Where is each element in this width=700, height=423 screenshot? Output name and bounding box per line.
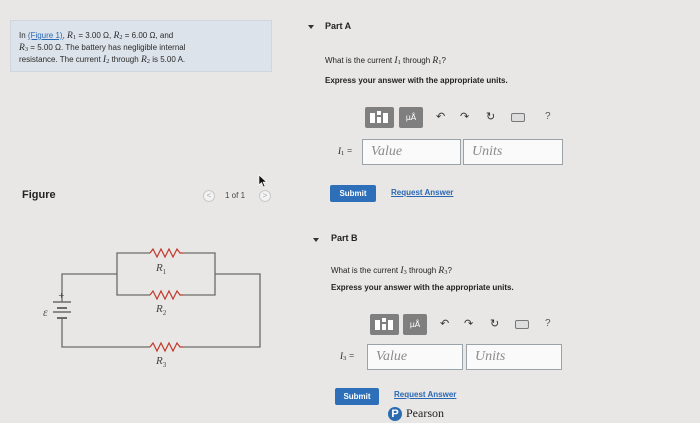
- part-b-question: What is the current I3 through R3?: [331, 266, 452, 276]
- r2-label: R2: [155, 303, 167, 317]
- part-b-title[interactable]: Part B: [331, 233, 358, 243]
- part-b-units-input[interactable]: Units: [466, 344, 562, 370]
- mouse-cursor-icon: [258, 174, 268, 188]
- figure-title: Figure: [22, 189, 56, 201]
- part-a-units-button[interactable]: μÅ: [399, 107, 423, 128]
- part-b-question-var-sub: 3: [403, 269, 407, 276]
- part-a-question: What is the current I1 through R1?: [325, 56, 446, 66]
- part-a-toolbar: μÅ ↶ ↷ ↻ ?: [365, 107, 565, 128]
- part-a-question-b: through: [403, 56, 431, 65]
- part-b-value-input[interactable]: Value: [367, 344, 463, 370]
- keyboard-icon[interactable]: [515, 320, 529, 329]
- part-b-instruction: Express your answer with the appropriate…: [331, 283, 514, 292]
- right-parallel-rail: [183, 252, 216, 296]
- help-icon[interactable]: ?: [545, 316, 551, 332]
- part-b-answer-label: I3 =: [340, 351, 355, 362]
- part-b-answer-var-sub: 3: [343, 355, 347, 362]
- r1-label: R1: [155, 262, 167, 276]
- r2-value: = 6.00 Ω: [124, 31, 156, 40]
- wire-bottom-left: [61, 318, 150, 348]
- problem-line2-rest: . The battery has negligible internal: [60, 43, 186, 52]
- reset-icon[interactable]: ↻: [486, 109, 495, 125]
- circuit-diagram: + ε R1 R2 R3: [43, 247, 261, 369]
- battery-icon: +: [53, 291, 71, 319]
- part-a-request-answer-link[interactable]: Request Answer: [391, 188, 453, 197]
- figure-link[interactable]: (Figure 1): [28, 31, 63, 40]
- figure-pager: < 1 of 1 >: [203, 190, 273, 204]
- part-b-toolbar: μÅ ↶ ↷ ↻ ?: [370, 314, 570, 335]
- problem-line-1: In (Figure 1), R1 = 3.00 Ω, R2 = 6.00 Ω,…: [19, 31, 174, 41]
- part-a-templates-button[interactable]: [365, 107, 394, 128]
- part-b-request-answer-link[interactable]: Request Answer: [394, 390, 456, 399]
- chevron-left-icon: <: [206, 191, 212, 200]
- part-b-collapse-caret-icon[interactable]: [313, 238, 319, 242]
- part-a-answer-var-sub: 1: [341, 150, 345, 157]
- svg-text:+: +: [58, 291, 65, 300]
- r1-sub: 1: [72, 34, 77, 41]
- part-b-question-a: What is the current: [331, 266, 399, 275]
- problem-line3-a: resistance. The current: [19, 55, 101, 64]
- left-parallel-rail: [116, 252, 150, 296]
- matrix-template-icon: [370, 111, 388, 123]
- resistor-r2-zigzag: [149, 289, 183, 301]
- i2-sub: 2: [106, 58, 110, 65]
- part-a-question-a: What is the current: [325, 56, 393, 65]
- problem-line3-c: is 5.00 A.: [152, 55, 186, 64]
- problem-and: , and: [155, 31, 174, 40]
- pearson-brand: Pearson: [406, 406, 444, 420]
- part-a-instruction: Express your answer with the appropriate…: [325, 76, 508, 85]
- matrix-template-icon: [375, 318, 393, 330]
- undo-icon[interactable]: ↶: [436, 109, 445, 125]
- part-a-question-var-sub: 1: [397, 59, 401, 66]
- part-b-answer-eq: =: [348, 351, 355, 361]
- problem-line3-r-sub: 2: [146, 58, 150, 65]
- r3-label-sub: 3: [163, 361, 167, 369]
- part-a-question-c: ?: [441, 56, 446, 65]
- resistor-r1-zigzag: [149, 247, 183, 259]
- r2-label-sub: 2: [163, 309, 167, 317]
- part-a-collapse-caret-icon[interactable]: [308, 25, 314, 29]
- part-a-value-input[interactable]: Value: [362, 139, 461, 165]
- r2-sub: 2: [119, 34, 123, 41]
- prev-figure-button[interactable]: <: [203, 190, 215, 202]
- part-b-units-button[interactable]: μÅ: [403, 314, 427, 335]
- part-b-templates-button[interactable]: [370, 314, 399, 335]
- wire-top-left: [61, 273, 117, 302]
- reset-icon[interactable]: ↻: [490, 316, 499, 332]
- part-a-answer-eq: =: [346, 146, 353, 156]
- part-a-units-input[interactable]: Units: [463, 139, 563, 165]
- r1-label-sub: 1: [163, 268, 167, 276]
- part-b-submit-button[interactable]: Submit: [335, 388, 379, 405]
- part-b-question-c: ?: [447, 266, 452, 275]
- part-b-question-b: through: [409, 266, 437, 275]
- r3-sub: 3: [24, 46, 29, 53]
- part-a-submit-button[interactable]: Submit: [330, 185, 376, 202]
- pearson-logo-icon: P: [388, 407, 402, 421]
- problem-line-2: R3 = 5.00 Ω. The battery has negligible …: [19, 43, 263, 55]
- r1-value: = 3.00 Ω: [78, 31, 110, 40]
- resistor-r3-zigzag: [149, 341, 183, 353]
- redo-icon[interactable]: ↷: [460, 109, 469, 125]
- part-a-title[interactable]: Part A: [325, 21, 351, 31]
- help-icon[interactable]: ?: [545, 109, 551, 125]
- r3-value: = 5.00 Ω: [30, 43, 61, 52]
- chevron-right-icon: >: [262, 191, 268, 200]
- keyboard-icon[interactable]: [511, 113, 525, 122]
- emf-label: ε: [43, 305, 48, 319]
- redo-icon[interactable]: ↷: [464, 316, 473, 332]
- problem-statement: In (Figure 1), R1 = 3.00 Ω, R2 = 6.00 Ω,…: [10, 20, 272, 72]
- pager-text: 1 of 1: [225, 191, 246, 200]
- wire-right: [183, 273, 261, 348]
- problem-line-3: resistance. The current I2 through R2 is…: [19, 55, 263, 67]
- part-a-answer-label: I1 =: [338, 146, 353, 157]
- r3-label: R3: [155, 355, 167, 369]
- problem-line3-b: through: [111, 55, 139, 64]
- problem-intro: In: [19, 31, 26, 40]
- next-figure-button[interactable]: >: [259, 190, 271, 202]
- undo-icon[interactable]: ↶: [440, 316, 449, 332]
